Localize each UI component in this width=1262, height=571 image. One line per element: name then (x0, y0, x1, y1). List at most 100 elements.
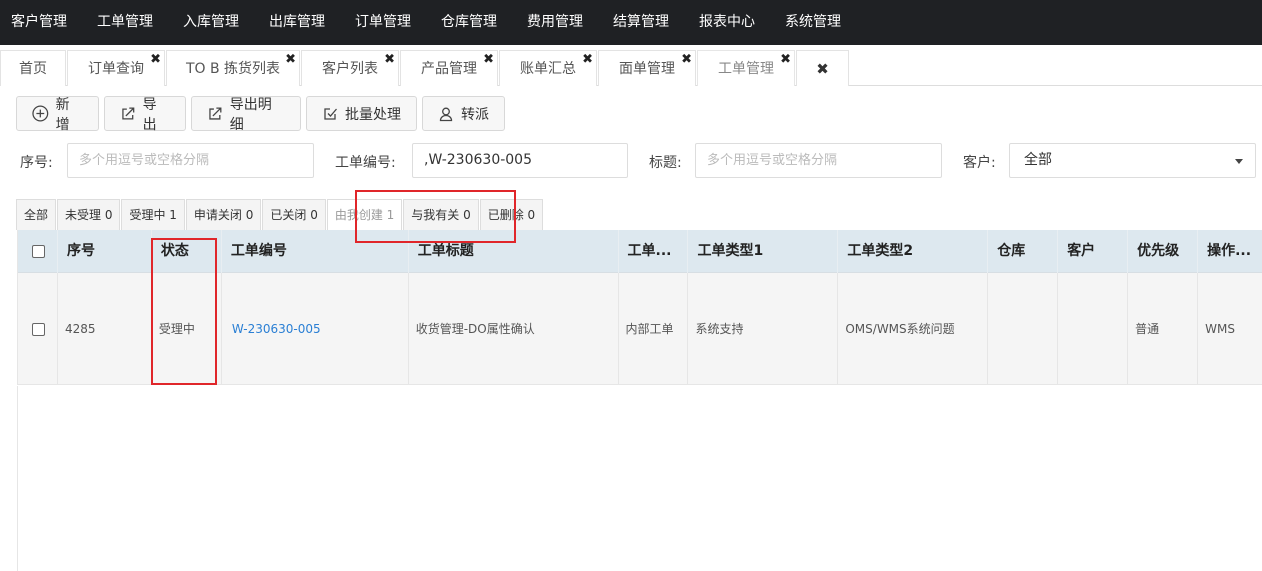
cell-ticket-type2: OMS/WMS系统问题 (838, 273, 989, 385)
select-all-cell (18, 230, 58, 273)
tab-label: 工单管理 (718, 61, 774, 77)
col-header-warehouse[interactable]: 仓库 (988, 230, 1059, 273)
batch-process-button-label: 批量处理 (345, 106, 401, 123)
tab-waybill-management[interactable]: 面单管理 ✖ (598, 50, 696, 86)
col-header-seq[interactable]: 序号 (58, 230, 152, 273)
nav-settlement-management[interactable]: 结算管理 (598, 0, 684, 45)
transfer-button[interactable]: 转派 (422, 96, 505, 131)
col-header-ticket-type1[interactable]: 工单类型1 (688, 230, 839, 273)
close-icon[interactable]: ✖ (483, 42, 494, 78)
close-icon[interactable]: ✖ (285, 42, 296, 78)
export-button[interactable]: 导出 (104, 96, 186, 133)
tab-label: 首页 (19, 61, 47, 77)
tab-customer-list[interactable]: 客户列表 ✖ (301, 50, 399, 86)
table-header: 序号 状态 工单编号 工单标题 工单... 工单类型1 工单类型2 仓库 客户 … (18, 230, 1262, 273)
close-all-icon: ✖ (816, 60, 829, 78)
export-detail-button-label: 导出明细 (229, 96, 272, 133)
filter-tab-processing[interactable]: 受理中 1 (121, 199, 185, 230)
nav-ticket-management[interactable]: 工单管理 (82, 0, 168, 45)
tab-bill-summary[interactable]: 账单汇总 ✖ (499, 50, 597, 86)
tab-ticket-management[interactable]: 工单管理 ✖ (697, 50, 795, 86)
close-icon[interactable]: ✖ (780, 42, 791, 78)
tab-tob-picking-list[interactable]: TO B 拣货列表 ✖ (166, 50, 300, 86)
col-header-ticket-no[interactable]: 工单编号 (222, 230, 409, 273)
add-button-label: 新增 (55, 96, 70, 133)
col-header-priority[interactable]: 优先级 (1128, 230, 1199, 273)
seq-input[interactable]: 多个用逗号或空格分隔 (67, 143, 314, 178)
filter-tab-unaccepted[interactable]: 未受理 0 (57, 199, 121, 230)
tab-home[interactable]: 首页 (0, 50, 66, 86)
tab-product-management[interactable]: 产品管理 ✖ (400, 50, 498, 86)
tab-label: 客户列表 (322, 61, 378, 77)
title-input[interactable]: 多个用逗号或空格分隔 (695, 143, 942, 178)
nav-system-management[interactable]: 系统管理 (770, 0, 856, 45)
select-all-checkbox[interactable] (32, 244, 45, 258)
filter-tab-related-to-me[interactable]: 与我有关 0 (403, 199, 479, 230)
tab-label: 账单汇总 (520, 61, 576, 77)
col-header-ticket-source[interactable]: 工单... (619, 230, 689, 273)
export-detail-button[interactable]: 导出明细 (191, 96, 301, 133)
nav-customer-management[interactable]: 客户管理 (0, 0, 82, 45)
col-header-ticket-type2[interactable]: 工单类型2 (838, 230, 989, 273)
col-header-ticket-title[interactable]: 工单标题 (409, 230, 619, 273)
table-empty-area (17, 386, 1262, 571)
col-header-customer[interactable]: 客户 (1058, 230, 1129, 273)
tab-order-query[interactable]: 订单查询 ✖ (67, 50, 165, 86)
nav-order-management[interactable]: 订单管理 (340, 0, 426, 45)
nav-inbound-management[interactable]: 入库管理 (168, 0, 254, 45)
check-square-icon (324, 107, 337, 120)
ticket-no-label: 工单编号: (335, 155, 396, 171)
export-icon (209, 106, 222, 120)
customer-label: 客户: (963, 155, 996, 171)
col-header-status[interactable]: 状态 (152, 230, 222, 273)
tab-label: TO B 拣货列表 (185, 61, 281, 77)
cell-ticket-title: 收货管理-DO属性确认 (409, 273, 619, 385)
row-select-cell (18, 273, 58, 385)
cell-ticket-source: 内部工单 (619, 273, 689, 385)
filter-tab-closed[interactable]: 已关闭 0 (262, 199, 326, 230)
cell-ticket-type1: 系统支持 (688, 273, 839, 385)
tab-label: 面单管理 (619, 61, 675, 77)
nav-outbound-management[interactable]: 出库管理 (254, 0, 340, 45)
close-all-tabs-button[interactable]: ✖ (796, 50, 849, 86)
cell-priority: 普通 (1128, 273, 1199, 385)
close-icon[interactable]: ✖ (150, 42, 161, 78)
cell-ticket-no-link[interactable]: W-230630-005 (222, 273, 409, 385)
nav-warehouse-management[interactable]: 仓库管理 (426, 0, 512, 45)
ticket-table: 序号 状态 工单编号 工单标题 工单... 工单类型1 工单类型2 仓库 客户 … (17, 230, 1262, 385)
export-button-label: 导出 (142, 96, 157, 133)
customer-select[interactable]: 全部 (1009, 143, 1256, 178)
row-checkbox[interactable] (32, 323, 45, 336)
col-header-operation[interactable]: 操作... (1198, 230, 1262, 273)
export-icon (122, 106, 135, 120)
filter-tab-all[interactable]: 全部 (16, 199, 57, 230)
filter-tab-created-by-me[interactable]: 由我创建 1 (326, 199, 403, 230)
add-button[interactable]: 新增 (16, 96, 99, 133)
table-row[interactable]: 4285 受理中 W-230630-005 收货管理-DO属性确认 内部工单 系… (18, 273, 1262, 385)
customer-select-value: 全部 (1024, 152, 1052, 168)
close-icon[interactable]: ✖ (681, 42, 692, 78)
close-icon[interactable]: ✖ (582, 42, 593, 78)
cell-seq: 4285 (58, 273, 152, 385)
ticket-no-input[interactable]: ,W-230630-005 (412, 143, 628, 178)
tab-label: 产品管理 (421, 61, 477, 77)
close-icon[interactable]: ✖ (384, 42, 395, 78)
caret-down-icon (1235, 159, 1243, 164)
cell-customer (1058, 273, 1129, 385)
tab-label: 订单查询 (88, 61, 144, 77)
nav-report-center[interactable]: 报表中心 (684, 0, 770, 45)
filter-tab-close-requested[interactable]: 申请关闭 0 (185, 199, 262, 230)
plus-circle-icon (32, 105, 49, 122)
title-label: 标题: (649, 155, 682, 171)
status-filter-tabs: 全部 未受理 0 受理中 1 申请关闭 0 已关闭 0 由我创建 1 与我有关 … (16, 199, 544, 230)
cell-warehouse (988, 273, 1059, 385)
nav-fee-management[interactable]: 费用管理 (512, 0, 598, 45)
seq-label: 序号: (20, 155, 53, 171)
page-tabs: 首页 订单查询 ✖ TO B 拣货列表 ✖ 客户列表 ✖ 产品管理 ✖ 账单汇总… (0, 45, 1262, 86)
filter-tab-deleted[interactable]: 已删除 0 (479, 199, 544, 230)
user-icon (439, 107, 453, 121)
cell-operation: WMS (1205, 322, 1235, 336)
toolbar: 新增 导出 导出明细 批量处理 转派 (16, 96, 510, 133)
cell-status: 受理中 (152, 273, 222, 385)
batch-process-button[interactable]: 批量处理 (306, 96, 417, 131)
